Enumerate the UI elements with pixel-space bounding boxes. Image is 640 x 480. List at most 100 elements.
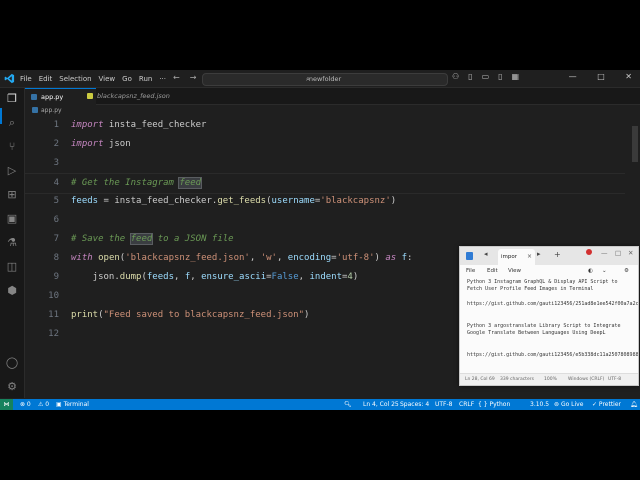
line-number: 10: [48, 291, 59, 301]
accounts-icon[interactable]: ◯: [5, 356, 19, 370]
code-line[interactable]: 1 import insta_feed_checker: [25, 116, 625, 135]
title-bar: File Edit Selection View Go Run ··· ← → ⌕…: [0, 70, 640, 88]
new-tab-icon[interactable]: +: [554, 250, 561, 259]
minimize-button[interactable]: —: [601, 249, 608, 257]
notepad-line: https://gist.github.com/gauti123456/251a…: [467, 301, 639, 307]
toggle-secondary-sidebar-icon[interactable]: ▯: [498, 72, 502, 81]
cursor-position[interactable]: Ln 4, Col 25: [363, 399, 399, 410]
notifications-bell-icon[interactable]: 🔔︎: [630, 399, 638, 410]
prettier-status[interactable]: ✓ Prettier: [592, 399, 621, 410]
python-version[interactable]: 3.10.5: [530, 399, 549, 410]
notepad-window: ◂ impor × ▸ + — □ ✕ File Edit View ◐ ⌄ ⚙…: [459, 246, 639, 386]
menu-file[interactable]: File: [20, 75, 32, 83]
terminal-button[interactable]: ▣ Terminal: [56, 399, 89, 410]
layout-controls: ⚇ ▯ ▭ ▯ ▦: [452, 72, 528, 81]
status-bar: ⋈ ⊗ 0 ⚠ 0 ▣ Terminal 🔍︎ Ln 4, Col 25 Spa…: [0, 399, 640, 410]
docker-icon[interactable]: ◫: [5, 260, 19, 274]
line-number: 1: [53, 120, 59, 130]
line-number: 8: [53, 253, 59, 263]
settings-gear-icon[interactable]: ⚙: [5, 380, 19, 394]
code-line[interactable]: 5 feeds = insta_feed_checker.get_feeds(us…: [25, 192, 625, 211]
line-number: 9: [53, 272, 59, 282]
go-live-button[interactable]: ⊚ Go Live: [554, 399, 583, 410]
node-icon[interactable]: ⬢: [5, 284, 19, 298]
editor-tabs: app.py × blackcapsnz_feed.json: [25, 88, 640, 105]
window-controls: — □ ✕: [551, 72, 632, 81]
code-line[interactable]: 2 import json: [25, 135, 625, 154]
language-mode[interactable]: { } Python: [478, 399, 510, 410]
toggle-sidebar-icon[interactable]: ▯: [468, 72, 472, 81]
menu-run[interactable]: Run: [139, 75, 152, 83]
copilot-icon[interactable]: ◐: [588, 268, 593, 274]
warnings-count[interactable]: ⚠ 0: [38, 399, 49, 410]
tab-scroll-right-icon[interactable]: ▸: [537, 250, 541, 258]
notepad-zoom: 100%: [544, 377, 557, 382]
notepad-settings-icon[interactable]: ⚙: [624, 268, 629, 274]
command-center-search[interactable]: ⌕ newfolder: [202, 73, 448, 86]
tab-close-icon[interactable]: ×: [527, 249, 532, 265]
search-label: newfolder: [308, 75, 342, 83]
notepad-menu-file[interactable]: File: [466, 268, 475, 274]
errors-count[interactable]: ⊗ 0: [20, 399, 31, 410]
search-view-icon[interactable]: ⌕: [5, 116, 19, 130]
notepad-menu-view[interactable]: View: [508, 268, 521, 274]
go-live-label: Go Live: [560, 401, 584, 408]
line-endings[interactable]: CRLF: [459, 399, 474, 410]
toggle-panel-icon[interactable]: ▭: [482, 72, 490, 81]
maximize-button[interactable]: □: [615, 249, 621, 257]
language-label: Python: [489, 401, 511, 408]
copilot-icon[interactable]: ⚇: [452, 72, 459, 81]
active-indicator: [0, 108, 2, 124]
close-button[interactable]: ✕: [625, 72, 632, 81]
code-text: print("Feed saved to blackcapsnz_feed.js…: [71, 310, 310, 320]
source-control-icon[interactable]: ⑂: [5, 140, 19, 154]
close-button[interactable]: ✕: [628, 249, 633, 257]
run-debug-icon[interactable]: ▷: [5, 164, 19, 178]
code-text: feeds = insta_feed_checker.get_feeds(use…: [71, 196, 397, 206]
line-number: 3: [53, 158, 59, 168]
extensions-icon[interactable]: ⊞: [5, 188, 19, 202]
remote-explorer-icon[interactable]: ▣: [5, 212, 19, 226]
notepad-app-icon: [466, 252, 473, 260]
menu-go[interactable]: Go: [122, 75, 132, 83]
search-icon: ⌕: [306, 75, 310, 83]
forward-arrow-icon[interactable]: →: [190, 73, 197, 82]
editor-scrollbar[interactable]: [632, 126, 638, 162]
testing-icon[interactable]: ⚗: [5, 236, 19, 250]
terminal-label: Terminal: [63, 401, 89, 408]
menu-view[interactable]: View: [99, 75, 116, 83]
notepad-status-bar: Ln 28, Col 69 339 characters 100% Window…: [460, 373, 638, 385]
recording-indicator-icon: [586, 249, 592, 255]
notepad-menu-edit[interactable]: Edit: [487, 268, 498, 274]
code-line[interactable]: 6: [25, 211, 625, 230]
copilot-dropdown-icon[interactable]: ⌄: [602, 268, 607, 274]
minimize-button[interactable]: —: [569, 72, 577, 81]
line-number: 2: [53, 139, 59, 149]
menu-selection[interactable]: Selection: [59, 75, 91, 83]
menu-bar: File Edit Selection View Go Run ···: [20, 70, 173, 87]
notepad-text-area[interactable]: Python 3 Instagram GraphQL & Display API…: [460, 277, 638, 373]
encoding[interactable]: UTF-8: [435, 399, 453, 410]
explorer-icon[interactable]: ❐: [5, 92, 19, 106]
code-text: # Get the Instagram feed: [71, 177, 203, 189]
back-arrow-icon[interactable]: ←: [173, 73, 180, 82]
python-file-icon: [31, 94, 37, 100]
activity-bar: ❐ ⌕ ⑂ ▷ ⊞ ▣ ⚗ ◫ ⬢ ◯ ⚙: [0, 88, 25, 398]
breadcrumb[interactable]: app.py: [32, 106, 62, 114]
tab-label: app.py: [41, 93, 64, 101]
tab-scroll-left-icon[interactable]: ◂: [484, 250, 488, 258]
menu-edit[interactable]: Edit: [39, 75, 53, 83]
code-line[interactable]: 3: [25, 154, 625, 173]
menu-more[interactable]: ···: [159, 75, 166, 83]
indentation[interactable]: Spaces: 4: [400, 399, 429, 410]
maximize-button[interactable]: □: [597, 72, 605, 81]
code-line[interactable]: 4 # Get the Instagram feed: [25, 173, 625, 194]
notepad-tab[interactable]: impor ×: [498, 249, 535, 265]
notepad-line: Python 3 Instagram GraphQL & Display API…: [467, 279, 621, 292]
line-number: 5: [53, 196, 59, 206]
remote-indicator-icon[interactable]: ⋈: [0, 399, 13, 410]
customize-layout-icon[interactable]: ▦: [512, 72, 520, 81]
tab-json-file[interactable]: blackcapsnz_feed.json: [81, 88, 187, 104]
zoom-icon[interactable]: 🔍︎: [344, 399, 352, 410]
line-number: 11: [48, 310, 59, 320]
